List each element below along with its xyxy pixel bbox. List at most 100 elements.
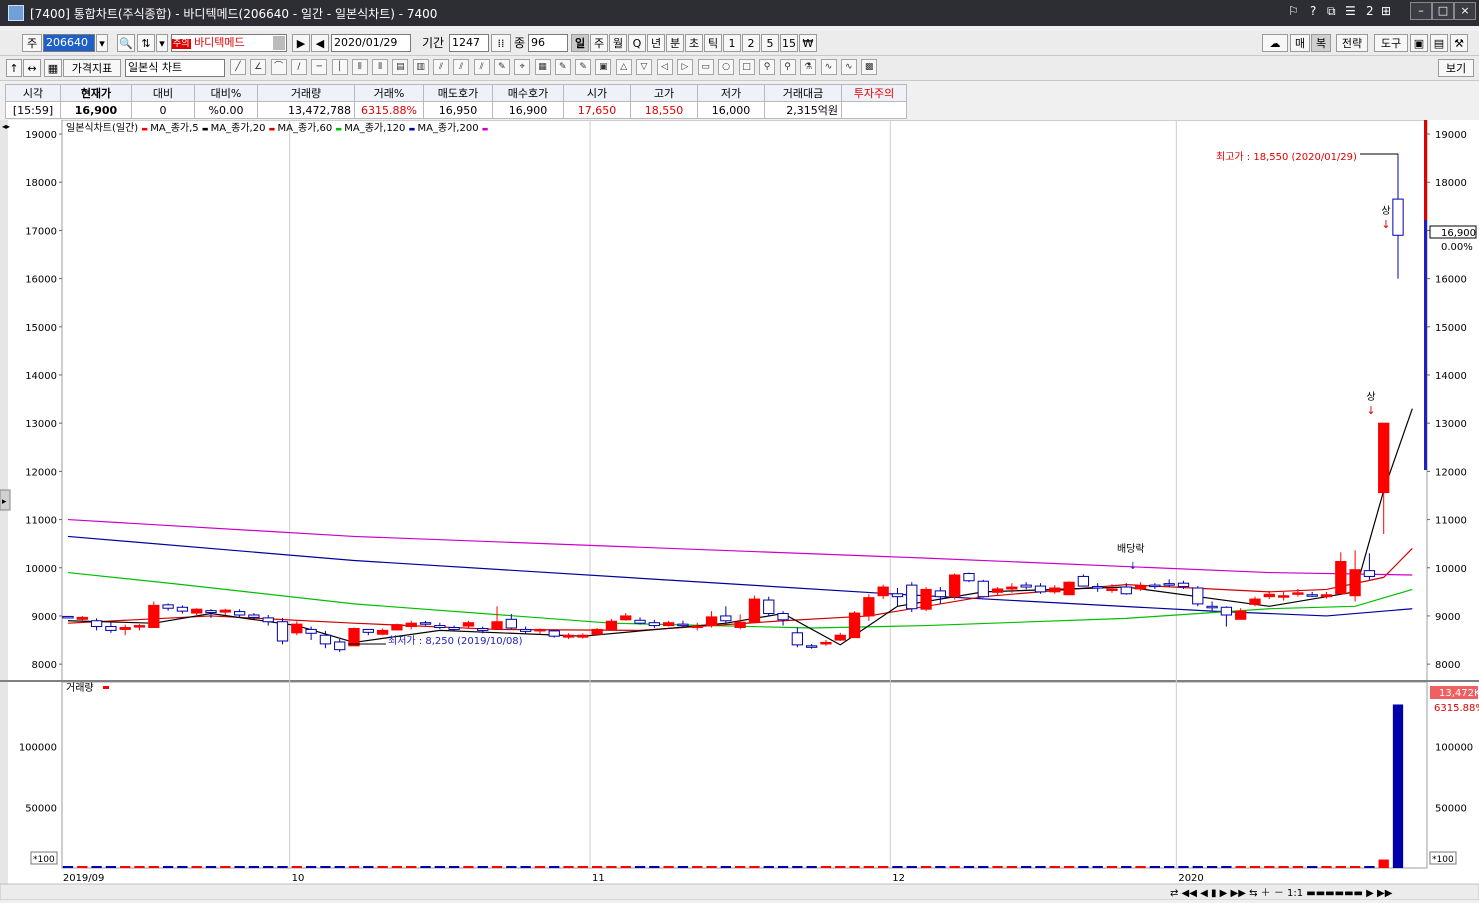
volume-bar [763,866,774,868]
stack-icon[interactable]: ☰ [1345,4,1356,18]
count-input[interactable]: 96 [528,34,568,52]
drawing-tool-icon[interactable]: ⦀ [351,59,368,75]
market-selector[interactable]: 주 [22,34,42,52]
next-arrow-button[interactable]: ▶ [292,34,310,52]
drawing-tool-icon[interactable]: ○ [718,59,734,75]
candle-body [119,627,131,630]
open-icon[interactable]: ▣ [1410,34,1428,52]
drawing-tool-icon[interactable]: ∕ [290,59,307,75]
drawing-tool-icon[interactable]: ⚲ [779,59,796,75]
sort-icon[interactable]: ⇅ [137,34,155,52]
interval-button[interactable]: Q [628,34,646,52]
drawing-tool-icon[interactable]: ∿ [840,59,857,75]
drawing-tool-icon[interactable]: ▤ [392,59,409,75]
drawing-tool-icon[interactable]: ╱ [230,59,246,75]
drawing-tool-icon[interactable]: ⌒ [270,59,287,75]
drawing-tool-icon[interactable]: △ [615,59,632,75]
view-button[interactable]: 보기 [1438,59,1474,77]
drawing-tool-icon[interactable]: ⚗ [800,59,816,75]
interval-button[interactable]: 일 [571,34,589,52]
drawing-tool-icon[interactable]: ⚲ [759,59,775,75]
up-arrow-icon[interactable]: ↑ [6,59,22,77]
drawing-tool-icon[interactable]: ✎ [493,59,510,75]
drawing-tool-icon[interactable]: ⫽ [453,59,470,75]
interval-button[interactable]: 초 [685,34,703,52]
expand-icon[interactable]: ↔ [23,59,41,77]
candle-body [748,598,761,623]
drawing-tool-icon[interactable]: ▭ [697,59,714,75]
screen-number[interactable]: 2 [1366,4,1374,18]
interval-button[interactable]: 월 [609,34,627,52]
drawing-tool-icon[interactable]: ◁ [656,59,673,75]
period-input[interactable]: 1247 [449,34,489,52]
strategy-button[interactable]: 전략 [1336,34,1368,52]
code-dropdown-icon[interactable]: ▾ [96,34,108,52]
price-tick-left: 9000 [32,612,57,623]
search-icon[interactable]: 🔍 [117,34,135,52]
interval-button[interactable]: 틱 [704,34,722,52]
volume-tick-left: 100000 [19,743,57,754]
drawing-tool-icon[interactable]: ⦀ [372,59,389,75]
drawing-tool-icon[interactable]: │ [331,59,348,75]
interval-button[interactable]: 년 [647,34,665,52]
drawing-tool-icon[interactable]: ▦ [534,59,551,75]
volume-bar [463,866,474,868]
drawing-tool-icon[interactable]: ▣ [595,59,612,75]
help-icon[interactable]: ? [1310,4,1316,18]
volume-bar [534,866,546,868]
sort-dropdown-icon[interactable]: ▾ [156,34,168,52]
volume-bar [634,866,646,868]
candle-body [877,586,889,597]
tile-icon[interactable]: ⊞ [1381,4,1391,18]
date-input[interactable]: 2020/01/29 [331,34,411,52]
price-tick-right: 8000 [1435,660,1460,671]
drawing-tool-icon[interactable]: ▷ [677,59,693,75]
drawing-tool-icon[interactable]: ⫽ [473,59,490,75]
price-indicator-button[interactable]: 가격지표 [63,59,121,77]
layout-icon[interactable]: ⧉ [1327,4,1336,19]
drawing-tool-icon[interactable]: ▽ [636,59,652,75]
drawing-tool-icon[interactable]: ✎ [554,59,571,75]
stock-name-field[interactable]: 주의 바디텍메드 [171,34,287,52]
name-lookup-icon[interactable] [273,36,285,50]
volume-bar [234,866,245,868]
drawing-tool-icon[interactable]: ∿ [820,59,837,75]
buy-button[interactable]: 매 [1290,34,1310,52]
maximize-button[interactable]: □ [1432,2,1454,20]
interval-button[interactable]: 1 [723,34,741,52]
candle-body [191,608,203,614]
save-icon[interactable]: ▤ [1430,34,1448,52]
drawing-tool-icon[interactable]: ▩ [861,59,878,75]
drawing-tool-icon[interactable]: ⌖ [514,59,531,75]
interval-button[interactable]: 2 [742,34,760,52]
stock-code-input[interactable]: 206640 [43,34,95,52]
close-button[interactable]: × [1454,2,1476,20]
drawing-tool-icon[interactable]: ▥ [412,59,429,75]
cloud-icon[interactable]: ☁ [1262,34,1288,52]
drawing-tool-icon[interactable]: ─ [311,59,328,75]
wrench-icon[interactable]: ⚒ [1450,34,1468,52]
drawing-tool-icon[interactable]: ⫽ [433,59,449,75]
prev-arrow-button[interactable]: ◀ [311,34,329,52]
interval-button[interactable]: 5 [761,34,779,52]
volume-bar [1278,866,1289,868]
drawing-tool-icon[interactable]: □ [738,59,755,75]
pin-icon[interactable]: ⚐ [1288,4,1299,18]
grid-icon[interactable]: ⁞⁞ [491,34,511,52]
stock-chart[interactable]: 2019/09 10 11 12 2020 8000 8000 9000 9000 10000 10… [0,119,1479,901]
indicator-list-icon[interactable]: ▦ [44,59,62,77]
chart-type-select[interactable]: 일본식 차트 [125,59,225,77]
compound-button[interactable]: 복 [1311,34,1331,52]
chart-area[interactable]: 2019/09 10 11 12 2020 8000 8000 9000 9000 10000 10… [0,119,1479,901]
drawing-tool-icon[interactable]: ✎ [575,59,592,75]
drawing-tool-icon[interactable]: ∠ [250,59,267,75]
minimize-button[interactable]: – [1410,2,1432,20]
interval-button[interactable]: 주 [590,34,608,52]
volume-bar [420,866,431,868]
tools-button[interactable]: 도구 [1374,34,1408,52]
window-title: [7400] 통합차트(주식종합) - 바디텍메드(206640 - 일간 - … [30,7,438,21]
interval-button[interactable]: 분 [666,34,684,52]
interval-button[interactable]: 15 [780,34,798,52]
interval-button[interactable]: ₩ [799,34,817,52]
candle-body [1335,560,1347,595]
